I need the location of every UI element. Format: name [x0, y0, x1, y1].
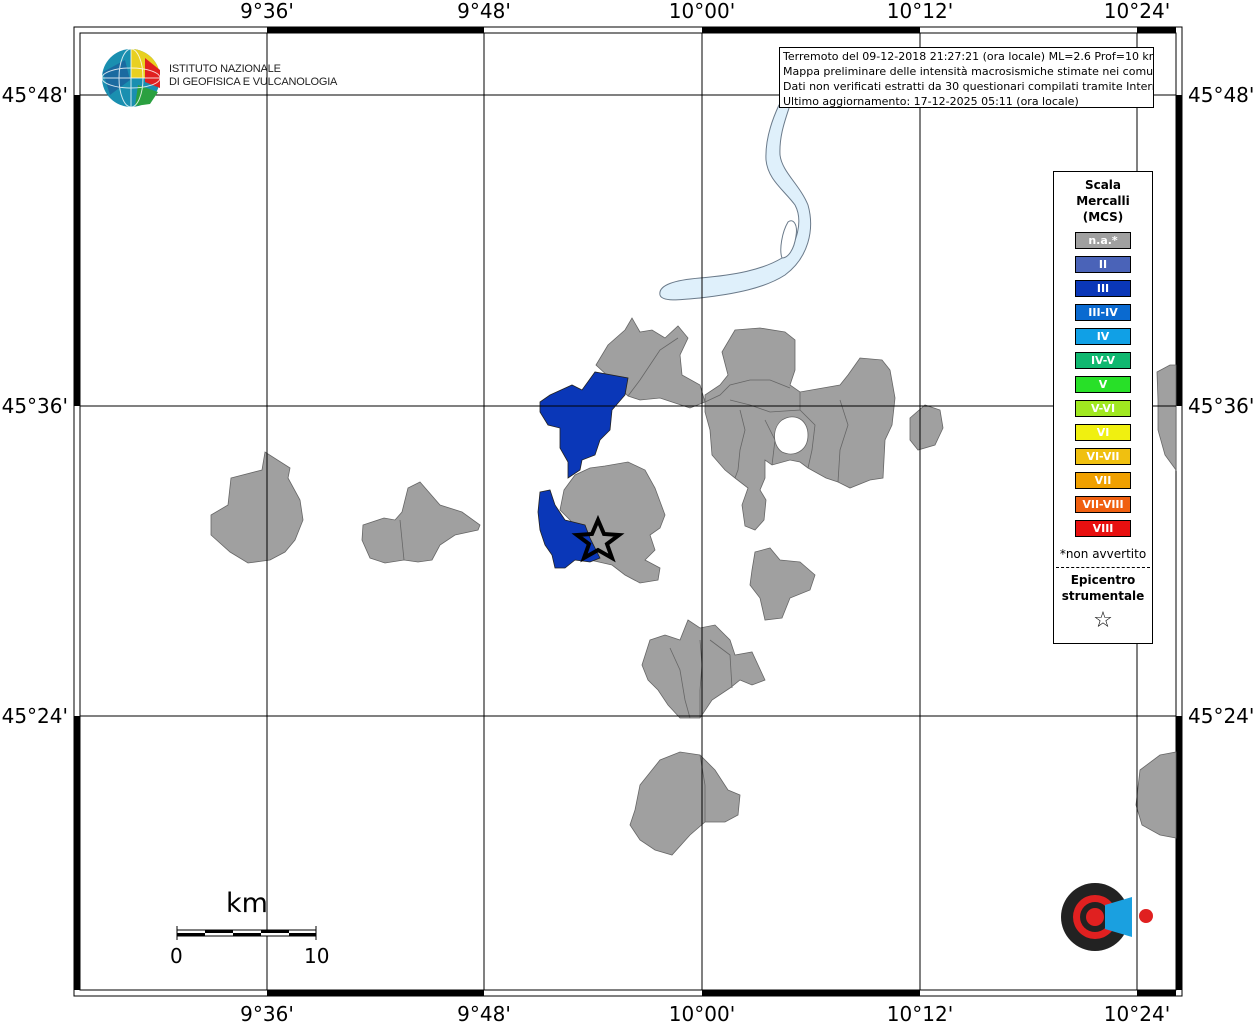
- svg-text:45°48': 45°48': [2, 83, 68, 107]
- legend-note: *non avvertito: [1059, 547, 1147, 561]
- svg-text:9°48': 9°48': [457, 0, 511, 23]
- info-line-3: Dati non verificati estratti da 30 quest…: [783, 80, 1154, 93]
- intensity-legend: Scala Mercalli (MCS) n.a.* II III III-IV IV I…: [1053, 171, 1153, 644]
- star-icon: ☆: [1093, 608, 1113, 633]
- legend-epicenter-label: Epicentro strumentale: [1061, 573, 1145, 603]
- svg-text:10°24': 10°24': [1104, 1002, 1170, 1024]
- info-line-2: Mappa preliminare delle intensità macros…: [783, 65, 1154, 78]
- scale-min-label: 0: [170, 944, 183, 968]
- legend-item: n.a.*: [1075, 232, 1131, 249]
- svg-text:9°36': 9°36': [240, 0, 294, 23]
- svg-text:9°36': 9°36': [240, 1002, 294, 1024]
- legend-item: VI-VII: [1075, 448, 1131, 465]
- legend-item: III-IV: [1075, 304, 1131, 321]
- legend-item: IV-V: [1075, 352, 1131, 369]
- svg-text:45°24': 45°24': [2, 704, 68, 728]
- svg-text:10°12': 10°12': [887, 1002, 953, 1024]
- svg-text:10°00': 10°00': [669, 1002, 735, 1024]
- scale-max-label: 10: [304, 944, 330, 968]
- legend-separator: [1056, 567, 1150, 568]
- svg-text:10°12': 10°12': [887, 0, 953, 23]
- legend-item: IV: [1075, 328, 1131, 345]
- legend-item: VIII: [1075, 520, 1131, 537]
- svg-text:45°48': 45°48': [1188, 83, 1254, 107]
- legend-item: III: [1075, 280, 1131, 297]
- legend-item: V: [1075, 376, 1131, 393]
- lat-labels-left: 45°48' 45°36' 45°24': [2, 83, 68, 728]
- svg-text:45°24': 45°24': [1188, 704, 1254, 728]
- legend-title: Scala Mercalli (MCS): [1076, 178, 1130, 224]
- legend-item: V-VI: [1075, 400, 1131, 417]
- event-info-box: Terremoto del 09-12-2018 21:27:21 (ora l…: [779, 47, 1154, 108]
- legend-item: VI: [1075, 424, 1131, 441]
- lon-labels-top: 9°36' 9°48' 10°00' 10°12' 10°24': [240, 0, 1170, 23]
- info-line-4: Ultimo aggiornamento: 17-12-2025 05:11 (…: [783, 95, 1079, 108]
- institute-name: ISTITUTO NAZIONALE DI GEOFISICA E VULCAN…: [169, 63, 337, 89]
- ingv-logo-icon: [101, 48, 161, 108]
- info-line-1: Terremoto del 09-12-2018 21:27:21 (ora l…: [783, 50, 1154, 63]
- svg-text:9°48': 9°48': [457, 1002, 511, 1024]
- legend-items: n.a.* II III III-IV IV IV-V V V-VI VI VI-VII VII VI…: [1054, 232, 1152, 537]
- legend-item: VII-VIII: [1075, 496, 1131, 513]
- legend-item: VII: [1075, 472, 1131, 489]
- institute-line-1: ISTITUTO NAZIONALE: [169, 63, 281, 75]
- legend-item: II: [1075, 256, 1131, 273]
- svg-text:10°00': 10°00': [669, 0, 735, 23]
- svg-text:45°36': 45°36': [1188, 394, 1254, 418]
- lat-labels-right: 45°48' 45°36' 45°24': [1188, 83, 1254, 728]
- lon-labels-bottom: 9°36' 9°48' 10°00' 10°12' 10°24': [240, 1002, 1170, 1024]
- svg-text:10°24': 10°24': [1104, 0, 1170, 23]
- scale-unit: km: [226, 888, 268, 919]
- svg-text:45°36': 45°36': [2, 394, 68, 418]
- institute-line-2: DI GEOFISICA E VULCANOLOGIA: [169, 76, 338, 88]
